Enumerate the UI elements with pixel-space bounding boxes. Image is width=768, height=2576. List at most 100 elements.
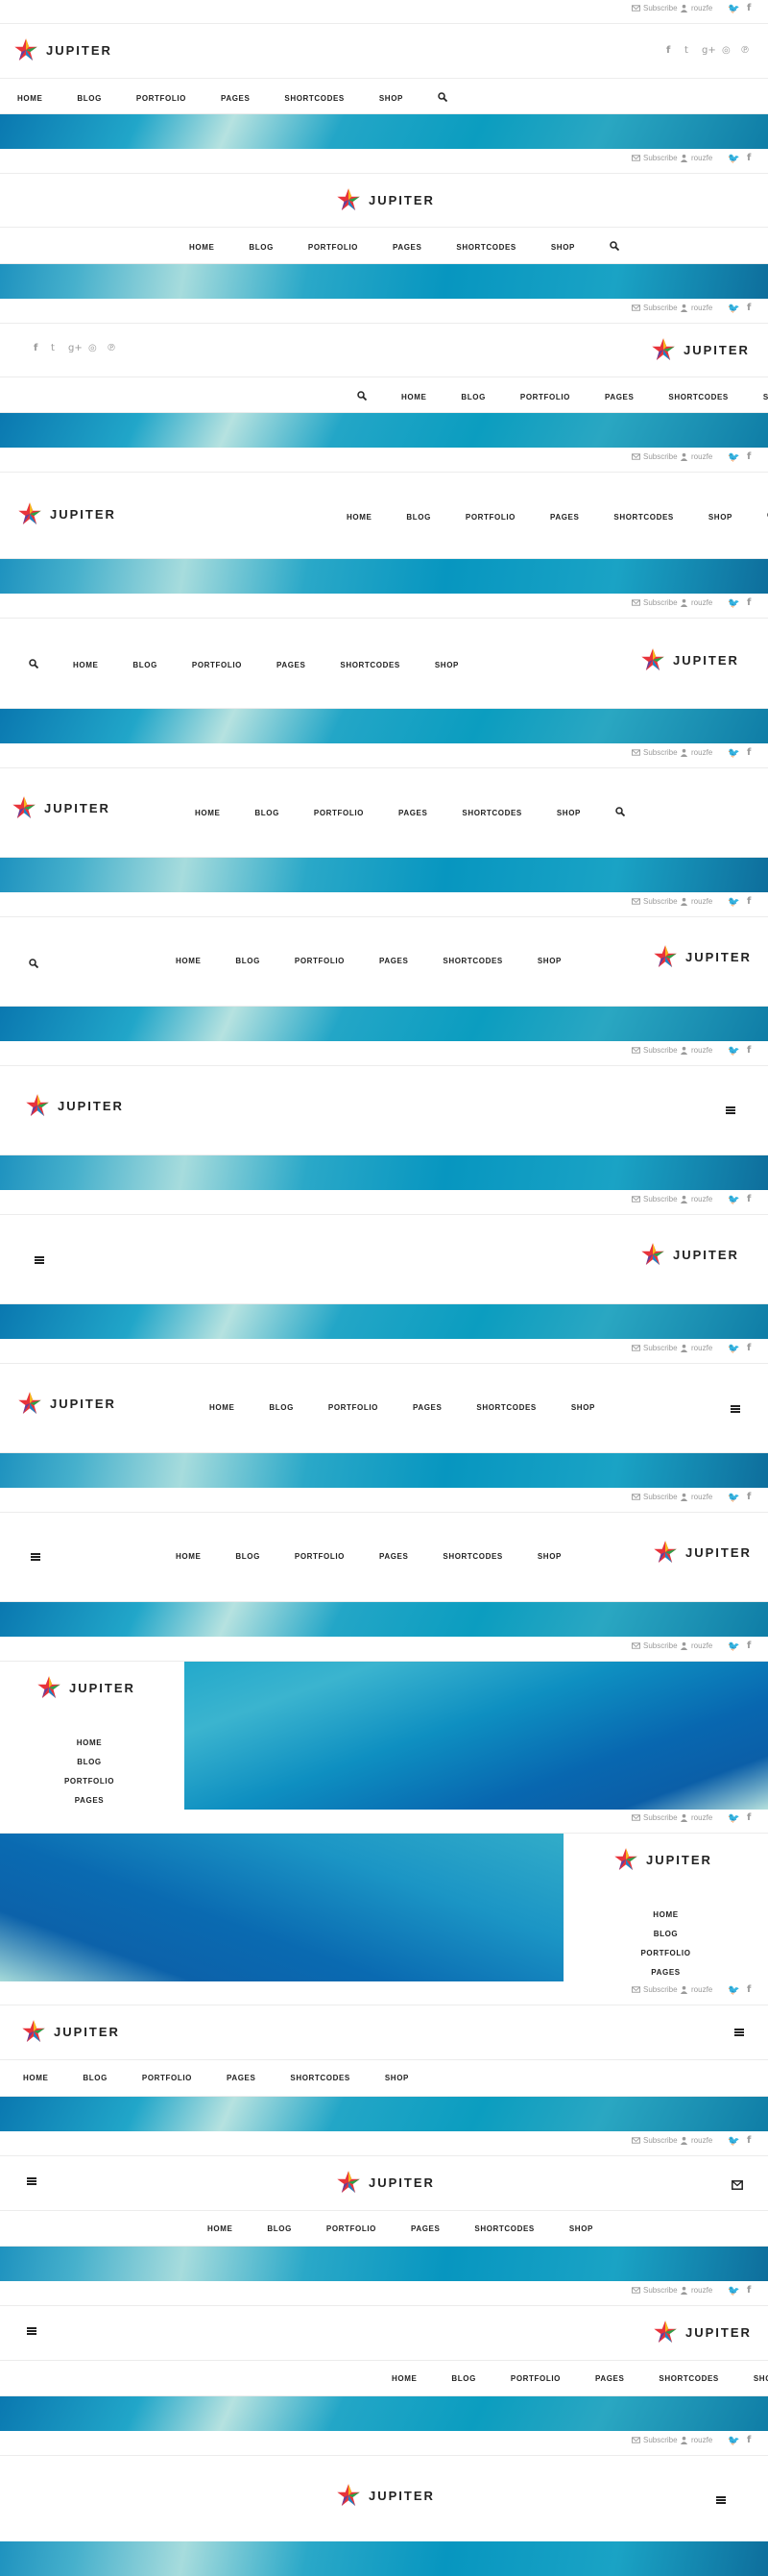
facebook-icon[interactable]: f [34,343,37,353]
subscribe-link[interactable]: Subscribe [632,2286,678,2295]
mail-icon[interactable] [732,2177,743,2195]
subscribe-link[interactable]: Subscribe [632,452,678,461]
nav-shortcodes[interactable]: SHORTCODES [443,1552,502,1561]
facebook-icon[interactable]: f [747,597,751,608]
twitter-icon[interactable]: 🐦 [728,1985,739,1996]
nav-pages[interactable]: PAGES [276,661,305,669]
nav-shop[interactable]: SHOP [569,2224,593,2233]
user-link[interactable]: rouzfe [680,1641,712,1650]
hamburger-menu-icon[interactable] [35,1256,44,1264]
twitter-icon[interactable]: 🐦 [728,2436,739,2446]
nav-portfolio[interactable]: PORTFOLIO [142,2074,192,2082]
nav-shortcodes[interactable]: SHORTCODES [613,513,673,522]
subscribe-link[interactable]: Subscribe [632,1493,678,1501]
nav-blog[interactable]: BLOG [132,661,157,669]
facebook-icon[interactable]: f [747,1343,751,1353]
user-link[interactable]: rouzfe [680,897,712,906]
twitter-icon[interactable]: 🐦 [728,4,739,14]
nav-shortcodes[interactable]: SHORTCODES [462,809,521,817]
nav-blog[interactable]: BLOG [235,1552,260,1561]
nav-shortcodes[interactable]: SHORTCODES [284,94,344,103]
nav-home[interactable]: HOME [189,243,214,252]
hamburger-menu-icon[interactable] [734,2029,744,2036]
facebook-icon[interactable]: f [747,451,751,462]
nav-blog[interactable]: BLOG [77,94,102,103]
nav-shop[interactable]: SHOP [551,243,575,252]
nav-home[interactable]: HOME [176,957,201,965]
nav-portfolio[interactable]: PORTFOLIO [314,809,364,817]
nav-blog[interactable]: BLOG [461,393,486,401]
dribbble-icon[interactable]: ◎ [722,45,731,56]
nav-home[interactable]: HOME [17,94,42,103]
subscribe-link[interactable]: Subscribe [632,4,678,12]
nav-blog[interactable]: BLOG [406,513,431,522]
user-link[interactable]: rouzfe [680,1813,712,1822]
nav-portfolio[interactable]: PORTFOLIO [192,661,242,669]
hamburger-menu-icon[interactable] [716,2496,726,2504]
nav-home[interactable]: HOME [653,1910,678,1919]
nav-shop[interactable]: SHOP [763,393,768,401]
nav-portfolio[interactable]: PORTFOLIO [64,1777,114,1786]
nav-shortcodes[interactable]: SHORTCODES [668,393,728,401]
facebook-icon[interactable]: f [747,1640,751,1651]
nav-pages[interactable]: PAGES [605,393,634,401]
nav-home[interactable]: HOME [347,513,372,522]
nav-home[interactable]: HOME [209,1403,234,1412]
user-link[interactable]: rouzfe [680,1195,712,1203]
nav-shop[interactable]: SHOP [571,1403,595,1412]
nav-pages[interactable]: PAGES [398,809,427,817]
nav-pages[interactable]: PAGES [379,1552,408,1561]
facebook-icon[interactable]: f [747,303,751,313]
nav-pages[interactable]: PAGES [227,2074,255,2082]
site-logo[interactable]: JUPITER [613,1847,712,1872]
google-plus-icon[interactable]: g+ [702,45,716,56]
user-link[interactable]: rouzfe [680,2436,712,2444]
twitter-icon[interactable]: 🐦 [728,748,739,759]
user-link[interactable]: rouzfe [680,452,712,461]
nav-pages[interactable]: PAGES [221,94,250,103]
search-icon[interactable] [357,391,368,402]
nav-pages[interactable]: PAGES [595,2374,624,2383]
twitter-icon[interactable]: 🐦 [728,304,739,314]
nav-shop[interactable]: SHOP [754,2374,768,2383]
twitter-icon[interactable]: 🐦 [728,154,739,164]
twitter-icon[interactable]: 🐦 [728,1641,739,1652]
twitter-icon[interactable]: 🐦 [728,452,739,463]
nav-pages[interactable]: PAGES [379,957,408,965]
site-logo[interactable]: JUPITER [640,647,739,672]
twitter-icon[interactable]: 🐦 [728,2286,739,2297]
subscribe-link[interactable]: Subscribe [632,1344,678,1352]
nav-shortcodes[interactable]: SHORTCODES [340,661,399,669]
nav-portfolio[interactable]: PORTFOLIO [308,243,358,252]
site-logo[interactable]: JUPITER [336,187,435,212]
nav-home[interactable]: HOME [176,1552,201,1561]
nav-shop[interactable]: SHOP [435,661,459,669]
site-logo[interactable]: JUPITER [17,501,116,526]
subscribe-link[interactable]: Subscribe [632,1195,678,1203]
facebook-icon[interactable]: f [747,1984,751,1995]
facebook-icon[interactable]: f [747,896,751,907]
twitter-icon[interactable]: t [684,45,688,56]
nav-shortcodes[interactable]: SHORTCODES [659,2374,718,2383]
twitter-icon[interactable]: 🐦 [728,1493,739,1503]
twitter-icon[interactable]: 🐦 [728,1813,739,1824]
subscribe-link[interactable]: Subscribe [632,598,678,607]
facebook-icon[interactable]: f [747,2285,751,2296]
subscribe-link[interactable]: Subscribe [632,154,678,162]
facebook-icon[interactable]: f [747,2135,751,2146]
nav-pages[interactable]: PAGES [651,1968,680,1977]
nav-portfolio[interactable]: PORTFOLIO [295,1552,345,1561]
nav-home[interactable]: HOME [77,1738,102,1747]
hamburger-menu-icon[interactable] [731,1405,740,1413]
site-logo[interactable]: JUPITER [336,2170,435,2195]
nav-home[interactable]: HOME [392,2374,417,2383]
user-link[interactable]: rouzfe [680,1046,712,1055]
nav-portfolio[interactable]: PORTFOLIO [328,1403,378,1412]
nav-portfolio[interactable]: PORTFOLIO [326,2224,376,2233]
nav-portfolio[interactable]: PORTFOLIO [466,513,516,522]
nav-portfolio[interactable]: PORTFOLIO [640,1949,690,1957]
hamburger-menu-icon[interactable] [31,1553,40,1561]
nav-shop[interactable]: SHOP [379,94,403,103]
facebook-icon[interactable]: f [666,45,670,56]
user-link[interactable]: rouzfe [680,598,712,607]
